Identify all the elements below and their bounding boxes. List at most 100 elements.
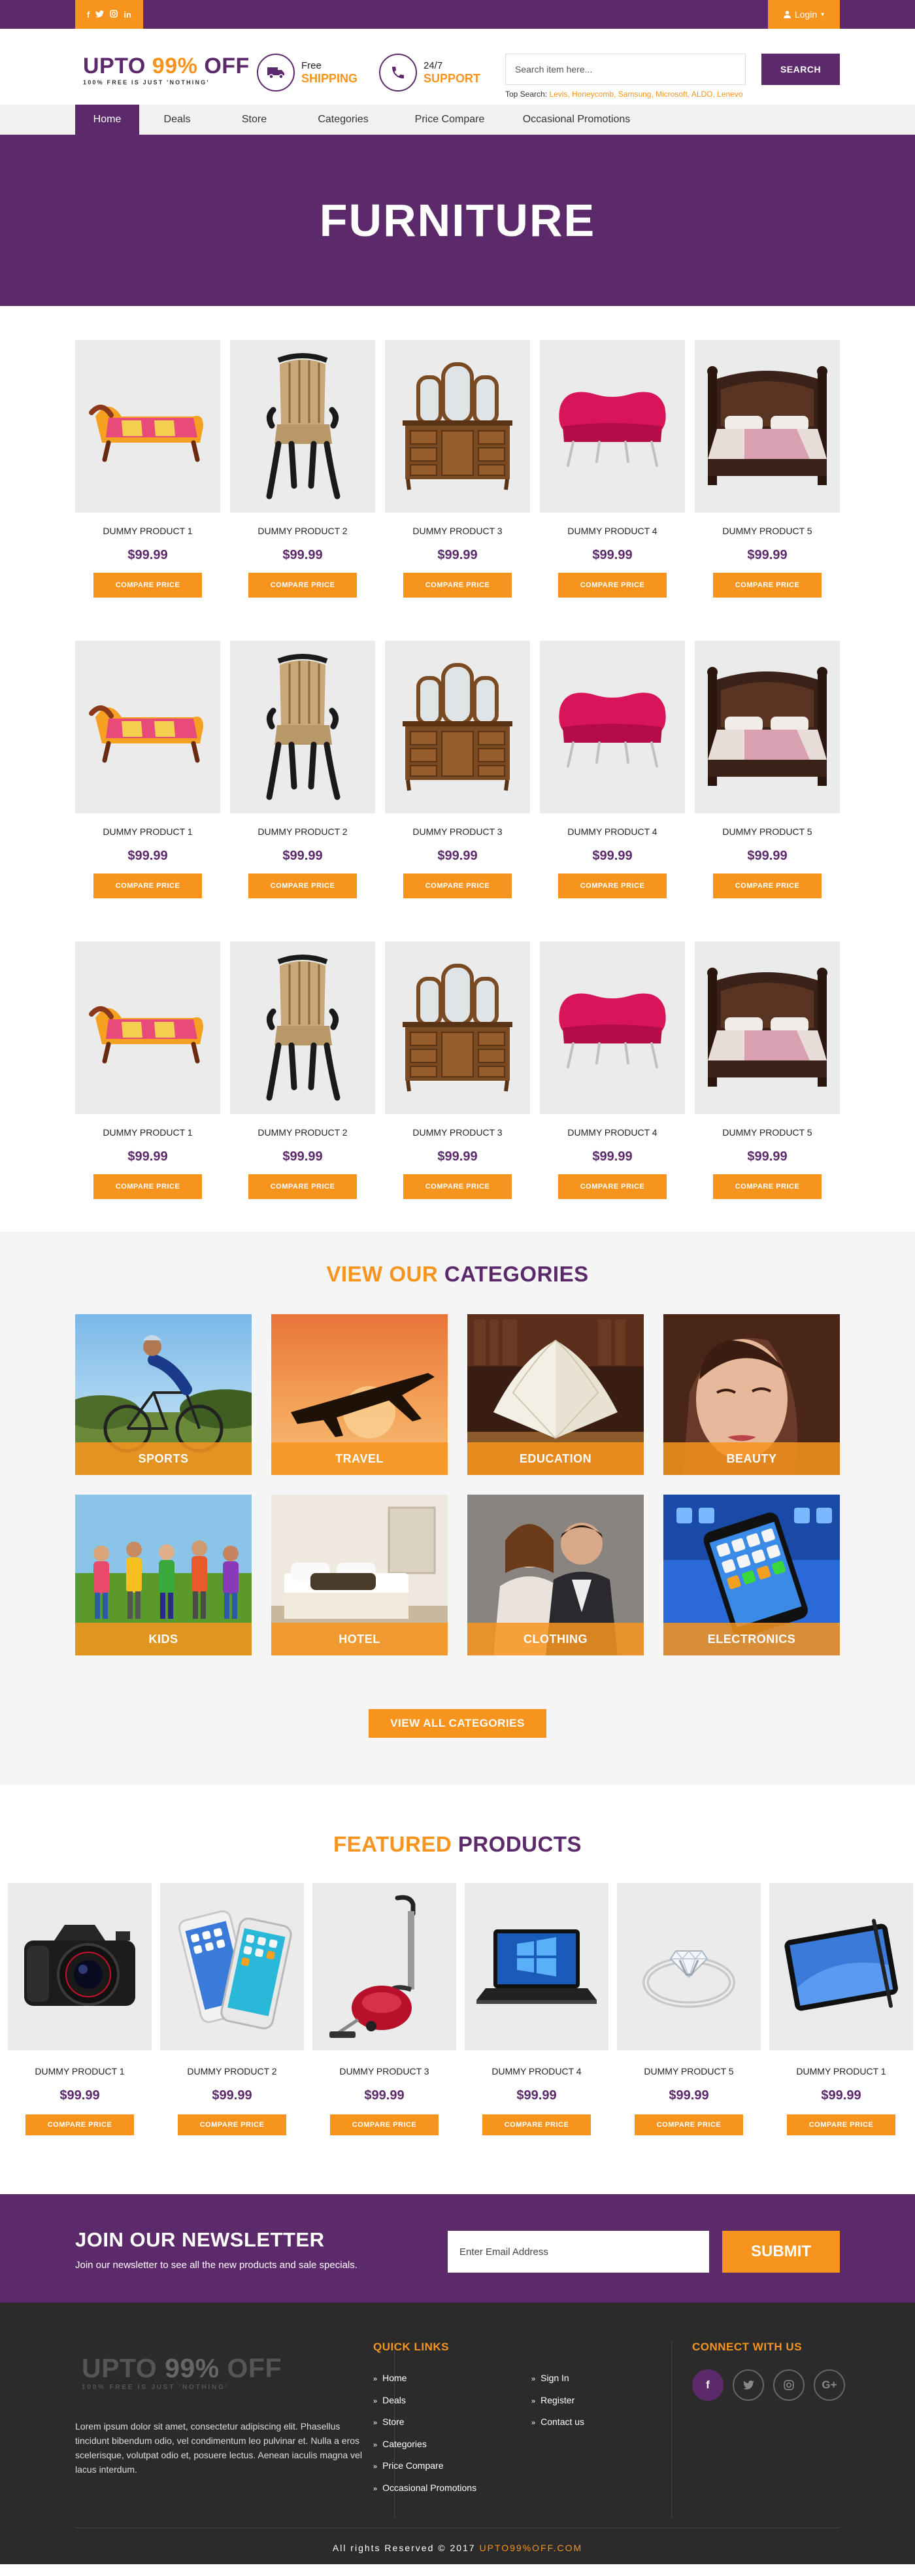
- footer-link-home[interactable]: » Home: [373, 2368, 476, 2390]
- camera-image[interactable]: [8, 1883, 152, 2050]
- compare-price-button[interactable]: COMPARE PRICE: [248, 873, 357, 898]
- product-name[interactable]: DUMMY PRODUCT 3: [385, 526, 530, 536]
- pink-sofa-image[interactable]: [540, 941, 685, 1114]
- product-card[interactable]: DUMMY PRODUCT 5 $99.99 COMPARE PRICE: [695, 941, 840, 1199]
- category-card-kids[interactable]: KIDS: [75, 1495, 252, 1655]
- product-name[interactable]: DUMMY PRODUCT 2: [230, 826, 375, 837]
- product-name[interactable]: DUMMY PRODUCT 4: [540, 526, 685, 536]
- search-button[interactable]: SEARCH: [761, 54, 840, 85]
- chaise-lounge-image[interactable]: [75, 941, 220, 1114]
- compare-price-button[interactable]: COMPARE PRICE: [787, 2114, 895, 2135]
- category-card-electronics[interactable]: ELECTRONICS: [663, 1495, 840, 1655]
- compare-price-button[interactable]: COMPARE PRICE: [93, 573, 202, 598]
- compare-price-button[interactable]: COMPARE PRICE: [713, 573, 822, 598]
- footer-link-contact-us[interactable]: » Contact us: [531, 2412, 584, 2434]
- product-name[interactable]: DUMMY PRODUCT 1: [75, 826, 220, 837]
- compare-price-button[interactable]: COMPARE PRICE: [403, 573, 512, 598]
- product-name[interactable]: DUMMY PRODUCT 5: [695, 826, 840, 837]
- nav-item-price-compare[interactable]: Price Compare: [393, 105, 507, 135]
- nav-item-store[interactable]: Store: [215, 105, 293, 135]
- product-name[interactable]: DUMMY PRODUCT 4: [465, 2066, 608, 2076]
- category-card-clothing[interactable]: CLOTHING: [467, 1495, 644, 1655]
- footer-logo[interactable]: UPTO 99% OFF 100% FREE IS JUST 'NOTHING': [82, 2354, 282, 2391]
- product-card[interactable]: DUMMY PRODUCT 3 $99.99 COMPARE PRICE: [312, 1883, 456, 2135]
- footer-link-register[interactable]: » Register: [531, 2390, 584, 2413]
- facebook-icon[interactable]: f: [87, 10, 90, 20]
- footer-link-sign-in[interactable]: » Sign In: [531, 2368, 584, 2390]
- compare-price-button[interactable]: COMPARE PRICE: [178, 2114, 286, 2135]
- product-card[interactable]: DUMMY PRODUCT 2 $99.99 COMPARE PRICE: [160, 1883, 304, 2135]
- instagram-icon[interactable]: [110, 9, 118, 20]
- product-card[interactable]: DUMMY PRODUCT 2 $99.99 COMPARE PRICE: [230, 340, 375, 598]
- product-name[interactable]: DUMMY PRODUCT 1: [75, 1127, 220, 1138]
- compare-price-button[interactable]: COMPARE PRICE: [713, 873, 822, 898]
- footer-link-deals[interactable]: » Deals: [373, 2390, 476, 2413]
- newsletter-submit-button[interactable]: SUBMIT: [722, 2231, 840, 2273]
- product-name[interactable]: DUMMY PRODUCT 4: [540, 826, 685, 837]
- dresser-mirror-image[interactable]: [385, 641, 530, 813]
- twitter-icon[interactable]: [733, 2369, 764, 2401]
- pink-sofa-image[interactable]: [540, 641, 685, 813]
- footer-link-occasional-promotions[interactable]: » Occasional Promotions: [373, 2478, 476, 2500]
- dresser-mirror-image[interactable]: [385, 941, 530, 1114]
- product-card[interactable]: DUMMY PRODUCT 1 $99.99 COMPARE PRICE: [75, 941, 220, 1199]
- product-name[interactable]: DUMMY PRODUCT 5: [617, 2066, 761, 2076]
- tablet-image[interactable]: [769, 1883, 913, 2050]
- site-logo[interactable]: UPTO 99% OFF 100% FREE IS JUST 'NOTHING': [83, 54, 250, 86]
- compare-price-button[interactable]: COMPARE PRICE: [93, 873, 202, 898]
- nav-item-occasional-promotions[interactable]: Occasional Promotions: [507, 105, 646, 135]
- category-card-beauty[interactable]: BEAUTY: [663, 1314, 840, 1475]
- product-card[interactable]: DUMMY PRODUCT 1 $99.99 COMPARE PRICE: [8, 1883, 152, 2135]
- product-card[interactable]: DUMMY PRODUCT 1 $99.99 COMPARE PRICE: [769, 1883, 913, 2135]
- login-button[interactable]: Login ▾: [768, 0, 840, 29]
- product-card[interactable]: DUMMY PRODUCT 4 $99.99 COMPARE PRICE: [465, 1883, 608, 2135]
- compare-price-button[interactable]: COMPARE PRICE: [25, 2114, 134, 2135]
- compare-price-button[interactable]: COMPARE PRICE: [248, 573, 357, 598]
- category-card-education[interactable]: EDUCATION: [467, 1314, 644, 1475]
- compare-price-button[interactable]: COMPARE PRICE: [635, 2114, 743, 2135]
- category-card-hotel[interactable]: HOTEL: [271, 1495, 448, 1655]
- product-card[interactable]: DUMMY PRODUCT 5 $99.99 COMPARE PRICE: [695, 340, 840, 598]
- compare-price-button[interactable]: COMPARE PRICE: [93, 1174, 202, 1199]
- compare-price-button[interactable]: COMPARE PRICE: [403, 1174, 512, 1199]
- facebook-icon[interactable]: f: [692, 2369, 724, 2401]
- vacuum-cleaner-image[interactable]: [312, 1883, 456, 2050]
- product-name[interactable]: DUMMY PRODUCT 5: [695, 526, 840, 536]
- compare-price-button[interactable]: COMPARE PRICE: [248, 1174, 357, 1199]
- compare-price-button[interactable]: COMPARE PRICE: [713, 1174, 822, 1199]
- twitter-icon[interactable]: [95, 10, 105, 20]
- footer-link-price-compare[interactable]: » Price Compare: [373, 2456, 476, 2478]
- armchair-image[interactable]: [230, 641, 375, 813]
- top-search-links[interactable]: Levis, Honeycomb, Samsung, Microsoft, AL…: [549, 90, 742, 99]
- linkedin-icon[interactable]: in: [124, 10, 131, 20]
- bed-image[interactable]: [695, 941, 840, 1114]
- search-input[interactable]: [505, 54, 746, 85]
- product-name[interactable]: DUMMY PRODUCT 5: [695, 1127, 840, 1138]
- product-card[interactable]: DUMMY PRODUCT 3 $99.99 COMPARE PRICE: [385, 340, 530, 598]
- category-card-travel[interactable]: TRAVEL: [271, 1314, 448, 1475]
- nav-item-deals[interactable]: Deals: [139, 105, 215, 135]
- bed-image[interactable]: [695, 641, 840, 813]
- product-card[interactable]: DUMMY PRODUCT 5 $99.99 COMPARE PRICE: [617, 1883, 761, 2135]
- armchair-image[interactable]: [230, 941, 375, 1114]
- compare-price-button[interactable]: COMPARE PRICE: [558, 1174, 667, 1199]
- compare-price-button[interactable]: COMPARE PRICE: [330, 2114, 439, 2135]
- compare-price-button[interactable]: COMPARE PRICE: [558, 873, 667, 898]
- product-name[interactable]: DUMMY PRODUCT 3: [385, 1127, 530, 1138]
- product-card[interactable]: DUMMY PRODUCT 2 $99.99 COMPARE PRICE: [230, 941, 375, 1199]
- compare-price-button[interactable]: COMPARE PRICE: [403, 873, 512, 898]
- product-card[interactable]: DUMMY PRODUCT 2 $99.99 COMPARE PRICE: [230, 641, 375, 898]
- product-name[interactable]: DUMMY PRODUCT 1: [75, 526, 220, 536]
- product-name[interactable]: DUMMY PRODUCT 3: [385, 826, 530, 837]
- armchair-image[interactable]: [230, 340, 375, 513]
- product-card[interactable]: DUMMY PRODUCT 1 $99.99 COMPARE PRICE: [75, 641, 220, 898]
- chaise-lounge-image[interactable]: [75, 641, 220, 813]
- copyright-site-link[interactable]: UPTO99%OFF.COM: [479, 2543, 582, 2553]
- product-name[interactable]: DUMMY PRODUCT 1: [8, 2066, 152, 2076]
- product-name[interactable]: DUMMY PRODUCT 2: [230, 1127, 375, 1138]
- nav-item-categories[interactable]: Categories: [293, 105, 393, 135]
- product-name[interactable]: DUMMY PRODUCT 4: [540, 1127, 685, 1138]
- footer-link-categories[interactable]: » Categories: [373, 2434, 476, 2456]
- bed-image[interactable]: [695, 340, 840, 513]
- nav-item-home[interactable]: Home: [75, 105, 139, 135]
